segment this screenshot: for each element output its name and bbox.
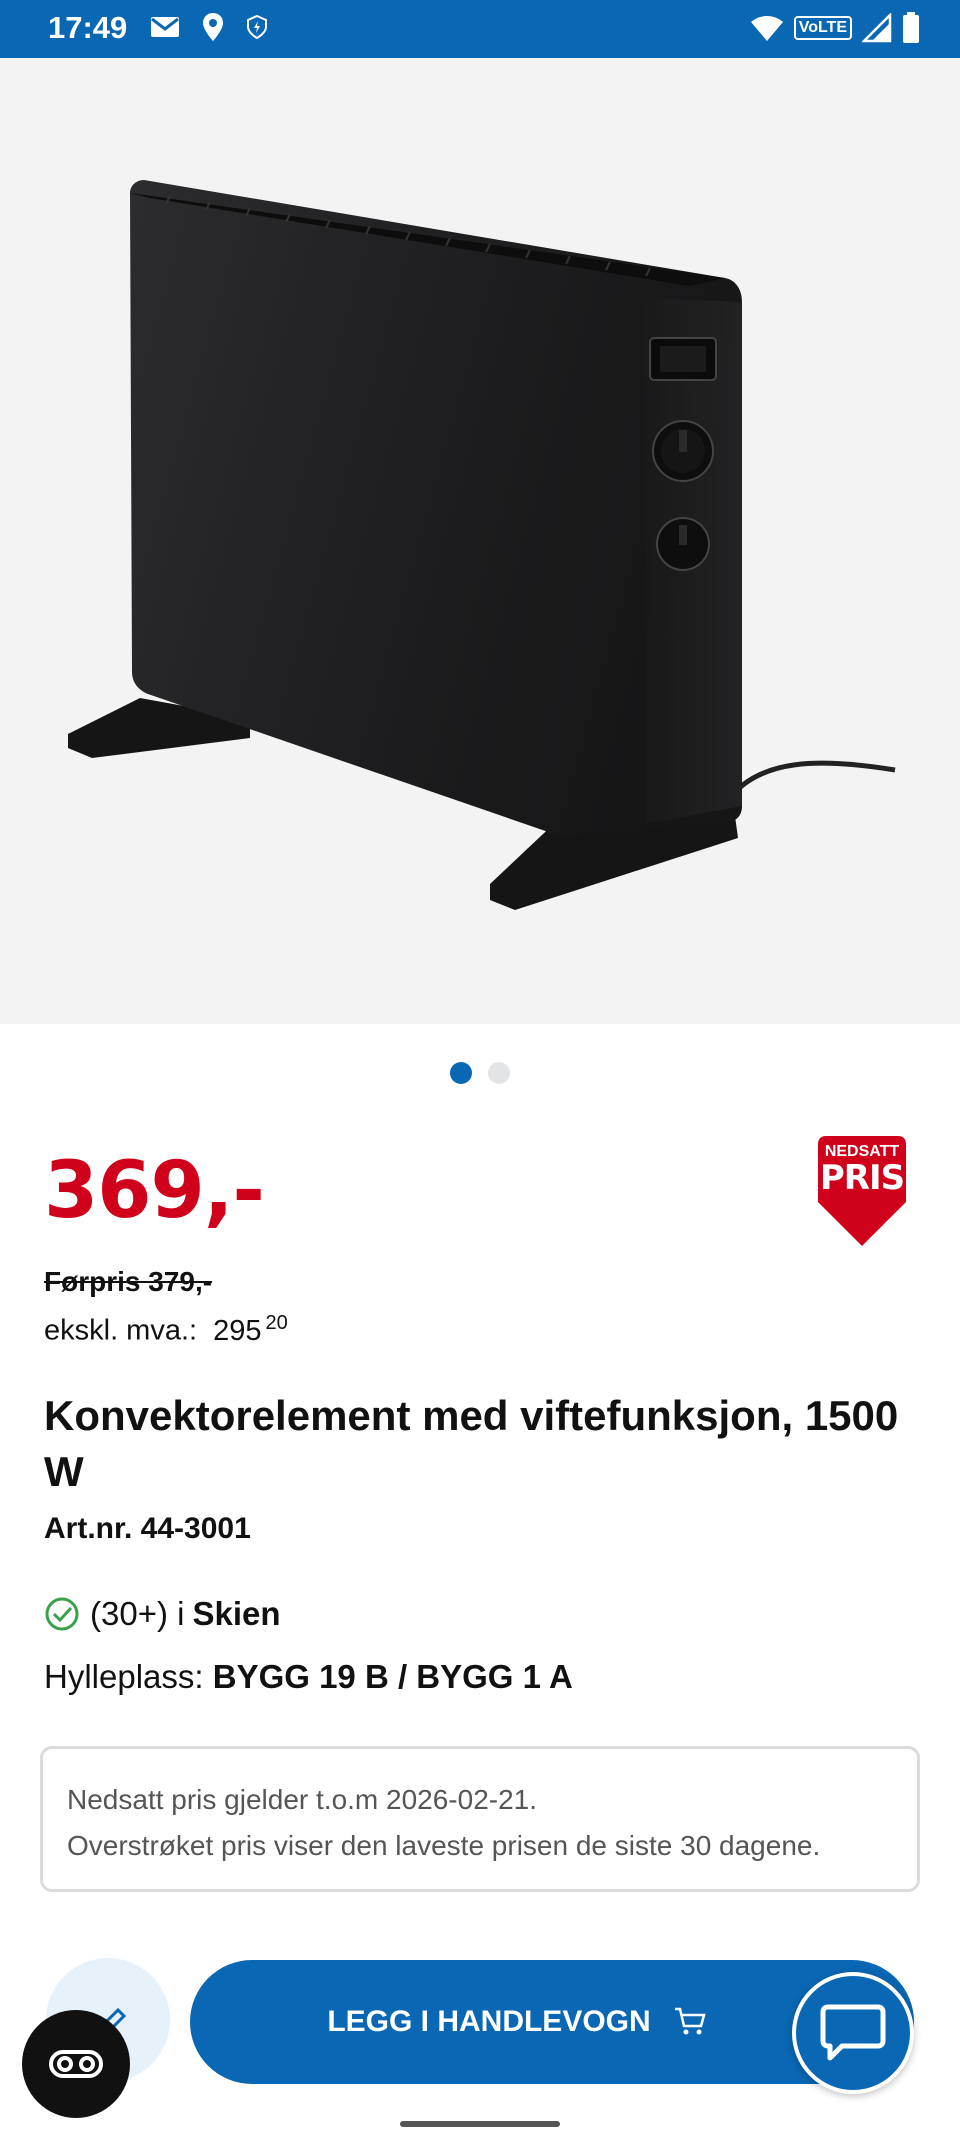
reduced-price-badge: NEDSATT PRIS: [818, 1136, 906, 1246]
excl-vat-label: ekskl. mva.:: [44, 1314, 198, 1347]
before-price: Førpris 379,-: [44, 1266, 213, 1297]
home-indicator[interactable]: [400, 2121, 560, 2127]
carousel-indicator: [0, 1062, 960, 1084]
shield-icon: [247, 14, 267, 40]
status-bar: 17:49 VoLTE: [0, 0, 960, 58]
status-time: 17:49: [48, 10, 128, 45]
convector-heater-image: [68, 180, 896, 910]
chat-bubble-icon: [820, 2004, 886, 2061]
status-left-icons: [150, 12, 268, 42]
volte-icon: VoLTE: [793, 16, 852, 40]
carousel-dot-2[interactable]: [488, 1062, 510, 1084]
badge-line2: PRIS: [819, 1158, 905, 1198]
notice-line1: Nedsatt pris gjelder t.o.m 2026-02-21.: [67, 1784, 538, 1815]
product-title: Konvektorelement med viftefunksjon, 1500…: [44, 1392, 899, 1495]
accessibility-button[interactable]: [22, 2010, 130, 2118]
battery-icon: [903, 12, 919, 43]
mail-icon: [151, 17, 179, 37]
stock-store[interactable]: Skien: [192, 1595, 280, 1633]
carousel-dot-1[interactable]: [450, 1062, 472, 1084]
price: 369,-: [44, 1146, 265, 1236]
product-image[interactable]: [0, 58, 960, 1024]
shelf-label: Hylleplass:: [44, 1658, 204, 1695]
stock-status: (30+) i Skien: [44, 1595, 281, 1633]
signal-icon: [862, 13, 892, 43]
location-icon: [203, 13, 223, 41]
status-right-icons: VoLTE: [750, 12, 920, 44]
stock-preposition: i: [177, 1595, 185, 1632]
shelf-value: BYGG 19 B / BYGG 1 A: [212, 1658, 573, 1695]
excl-vat-value: 295: [213, 1314, 262, 1347]
add-to-cart-label: LEGG I HANDLEVOGN: [327, 2005, 651, 2038]
accessibility-toggle-icon: [49, 2050, 103, 2078]
excl-vat: ekskl. mva.: 295 20: [44, 1312, 288, 1348]
check-circle-icon: [45, 1597, 79, 1631]
article-number: Art.nr. 44-3001: [44, 1512, 251, 1545]
price-notice: Nedsatt pris gjelder t.o.m 2026-02-21. O…: [40, 1746, 920, 1892]
chat-button[interactable]: [792, 1972, 914, 2094]
cart-icon: [674, 2007, 706, 2035]
shelf-location: Hylleplass: BYGG 19 B / BYGG 1 A: [44, 1658, 573, 1696]
stock-count: (30+): [90, 1595, 168, 1632]
wifi-icon: [750, 16, 783, 41]
notice-line2: Overstrøket pris viser den laveste prise…: [67, 1830, 821, 1861]
excl-vat-decimals: 20: [265, 1312, 288, 1334]
